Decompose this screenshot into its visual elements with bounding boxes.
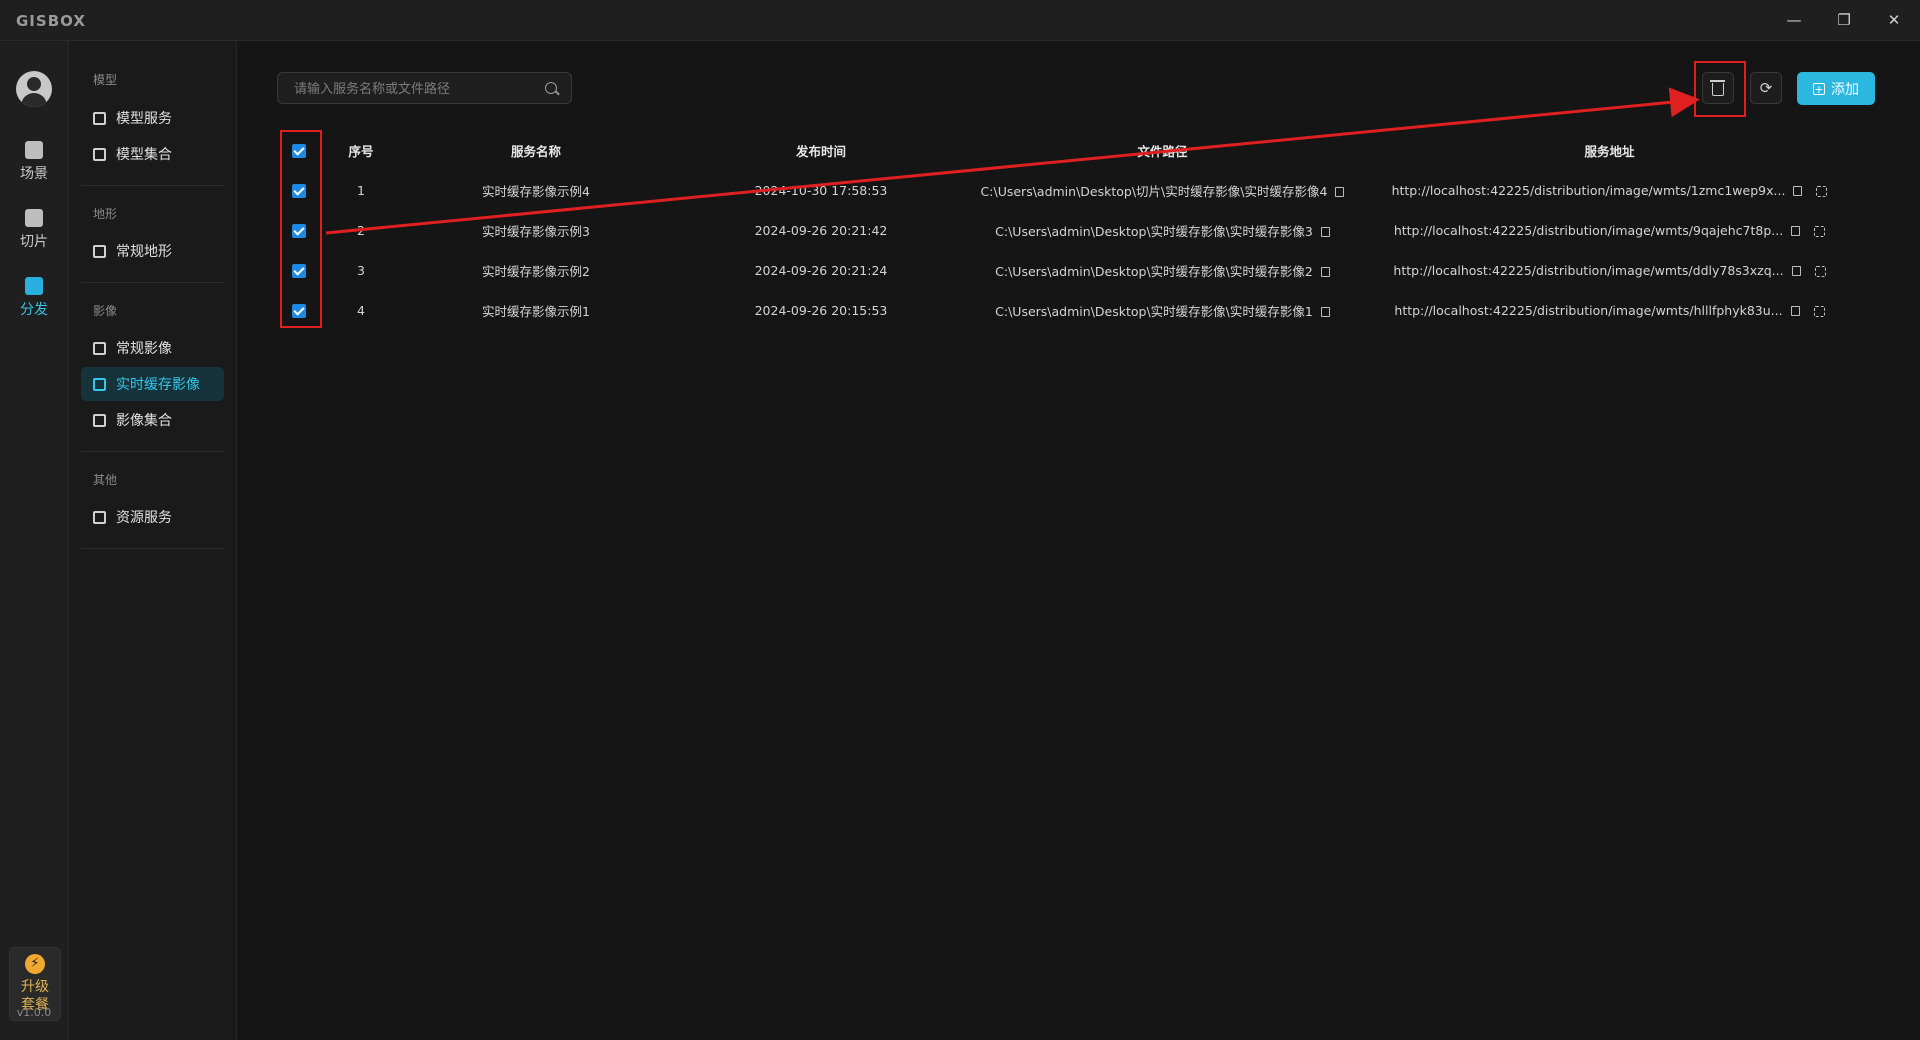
annotation-arrow xyxy=(325,87,1700,235)
